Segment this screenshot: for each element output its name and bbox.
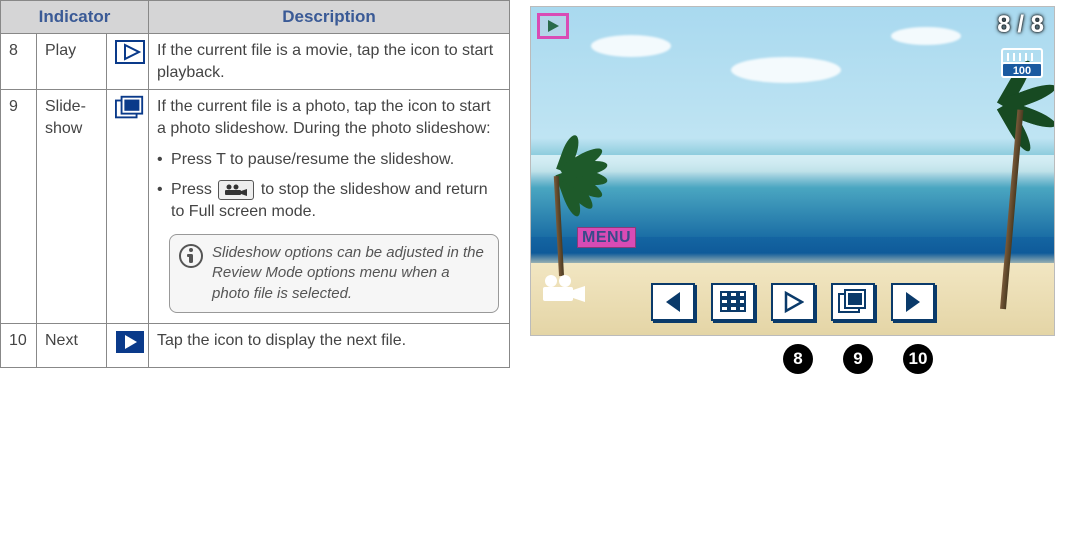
prev-button[interactable] xyxy=(651,283,695,321)
playback-indicator[interactable] xyxy=(537,13,569,39)
next-icon xyxy=(115,330,145,354)
storage-label: 100 xyxy=(1013,65,1031,77)
table-row: 9 Slide-show If the current file is a ph… xyxy=(1,90,510,324)
row-name: Slide-show xyxy=(37,90,107,324)
header-indicator: Indicator xyxy=(1,1,149,34)
row-desc: Tap the icon to display the next file. xyxy=(149,323,510,367)
camera-mode-icon xyxy=(218,180,254,200)
play-icon xyxy=(115,40,145,64)
play-button[interactable] xyxy=(771,283,815,321)
row-num: 9 xyxy=(1,90,37,324)
row-icon-cell xyxy=(107,323,149,367)
file-counter: 8 / 8 xyxy=(997,11,1044,39)
bullet-item: Press T to pause/resume the slideshow. xyxy=(157,145,501,175)
next-button[interactable] xyxy=(891,283,935,321)
header-description: Description xyxy=(149,1,510,34)
scenery-cloud xyxy=(891,27,961,45)
bullet-item: Press to stop the slideshow and return t… xyxy=(157,175,501,226)
row-num: 10 xyxy=(1,323,37,367)
table-row: 10 Next Tap the icon to display the next… xyxy=(1,323,510,367)
callout-number: 8 xyxy=(783,344,813,374)
playback-controls xyxy=(651,283,935,321)
menu-button[interactable]: MENU xyxy=(577,227,636,248)
callout-row: 8 9 10 xyxy=(530,336,1055,376)
info-note: Slideshow options can be adjusted in the… xyxy=(169,234,499,313)
scenery-ocean xyxy=(531,155,1054,237)
callout-number: 10 xyxy=(903,344,933,374)
photo-preview: 8 / 8 100 MENU xyxy=(530,6,1055,336)
preview-pane: 8 / 8 100 MENU xyxy=(510,0,1083,541)
slideshow-button[interactable] xyxy=(831,283,875,321)
info-icon xyxy=(178,243,204,269)
table-row: 8 Play If the current file is a movie, t… xyxy=(1,34,510,90)
scenery-palm xyxy=(1000,109,1006,309)
indicator-table-pane: Indicator Description 8 Play I xyxy=(0,0,510,541)
thumbnail-grid-button[interactable] xyxy=(711,283,755,321)
scenery-palm xyxy=(559,176,564,276)
row-desc: If the current file is a movie, tap the … xyxy=(149,34,510,90)
row-icon-cell xyxy=(107,34,149,90)
row-desc: If the current file is a photo, tap the … xyxy=(149,90,510,324)
row-name: Play xyxy=(37,34,107,90)
scenery-cloud xyxy=(731,57,841,83)
storage-indicator-icon: 100 xyxy=(1000,47,1044,79)
row-name: Next xyxy=(37,323,107,367)
callout-number: 9 xyxy=(843,344,873,374)
scenery-cloud xyxy=(591,35,671,57)
slideshow-icon xyxy=(115,96,145,120)
row-num: 8 xyxy=(1,34,37,90)
indicator-table: Indicator Description 8 Play I xyxy=(0,0,510,368)
video-mode-icon xyxy=(539,273,587,305)
row-icon-cell xyxy=(107,90,149,324)
